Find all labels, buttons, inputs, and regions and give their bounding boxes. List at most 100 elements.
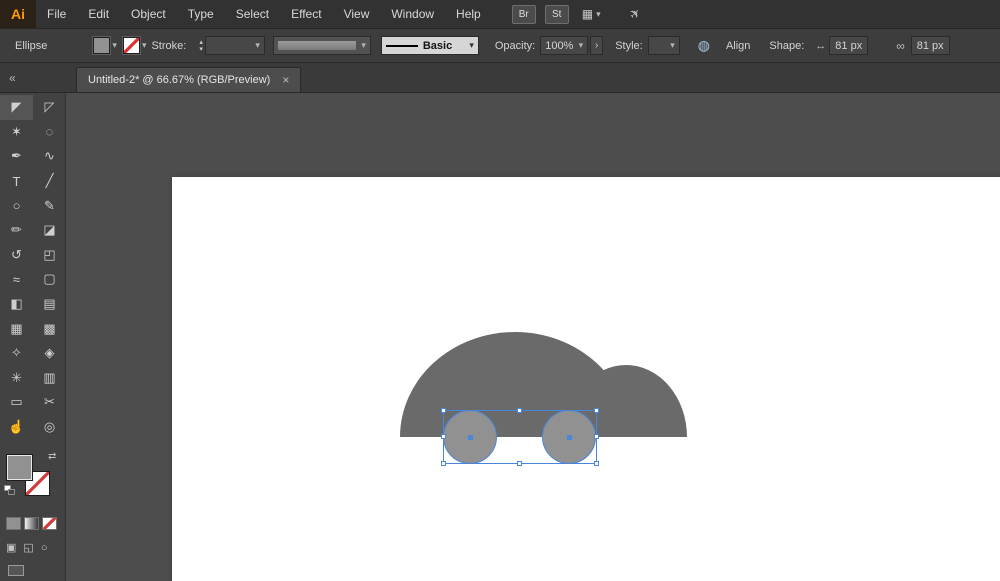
fill-indicator-swatch[interactable] — [7, 455, 32, 480]
brush-definition-select[interactable]: ▾ — [273, 36, 371, 55]
expand-icon: › — [595, 40, 598, 51]
opacity-select[interactable]: 100% ▾ — [540, 36, 588, 55]
anchor-center-point[interactable] — [567, 435, 572, 440]
stroke-color-control[interactable]: ▾ — [123, 37, 147, 54]
menu-window[interactable]: Window — [380, 0, 445, 29]
hand-tool[interactable]: ☝ — [0, 415, 33, 440]
menu-object[interactable]: Object — [120, 0, 177, 29]
eyedropper-tool[interactable]: ✧ — [0, 341, 33, 366]
artboard-tool-icon: ▭ — [10, 394, 22, 410]
recolor-artwork-icon[interactable]: ◍ — [698, 37, 710, 54]
direct-selection-tool[interactable]: ◸ — [33, 95, 66, 120]
canvas[interactable] — [66, 93, 1000, 581]
menu-items: FileEditObjectTypeSelectEffectViewWindow… — [36, 0, 492, 28]
perspective-grid-tool[interactable]: ▤ — [33, 292, 66, 317]
shape-label[interactable]: Shape: — [769, 40, 804, 52]
stepper-up-icon[interactable]: ▴ — [199, 39, 203, 46]
slice-tool[interactable]: ✂ — [33, 390, 66, 415]
menu-effect[interactable]: Effect — [280, 0, 332, 29]
draw-normal-icon[interactable]: ▣ — [6, 541, 16, 554]
close-icon[interactable]: × — [282, 73, 289, 87]
opacity-expand-button[interactable]: › — [590, 36, 603, 55]
workspace-switcher[interactable]: ▦ ▾ — [578, 5, 605, 23]
draw-inside-icon[interactable]: ○ — [41, 542, 48, 554]
draw-behind-icon[interactable]: ◱ — [23, 541, 33, 554]
scale-tool[interactable]: ◰ — [33, 243, 66, 268]
document-tab[interactable]: Untitled-2* @ 66.67% (RGB/Preview) × — [76, 67, 301, 92]
opacity-label: Opacity: — [495, 40, 535, 52]
stepper-down-icon[interactable]: ▾ — [199, 46, 203, 53]
stroke-weight-select[interactable]: ▾ — [205, 36, 265, 55]
selection-handle[interactable] — [441, 408, 446, 413]
column-graph-tool[interactable]: ▥ — [33, 366, 66, 391]
gradient-button[interactable] — [24, 517, 39, 530]
paintbrush-tool[interactable]: ✎ — [33, 193, 66, 218]
app-logo: Ai — [0, 0, 36, 28]
ellipse-tool-icon: ○ — [13, 198, 21, 213]
brushes-panel-button[interactable]: Br — [512, 5, 536, 24]
align-link[interactable]: Align — [726, 40, 750, 52]
lasso-tool[interactable]: ◌ — [33, 120, 66, 145]
eraser-tool[interactable]: ◪ — [33, 218, 66, 243]
zoom-tool[interactable]: ◎ — [33, 415, 66, 440]
curvature-tool[interactable]: ∿ — [33, 144, 66, 169]
menu-help[interactable]: Help — [445, 0, 492, 29]
stroke-none-swatch[interactable] — [123, 37, 140, 54]
stroke-style-select[interactable]: Basic ▾ — [381, 36, 479, 55]
pen-tool[interactable]: ✒ — [0, 144, 33, 169]
ellipse-tool[interactable]: ○ — [0, 193, 33, 218]
menu-type[interactable]: Type — [177, 0, 225, 29]
fill-color-control[interactable]: ▾ — [93, 37, 117, 54]
artboard-tool[interactable]: ▭ — [0, 390, 33, 415]
chevron-down-icon: ▾ — [670, 40, 675, 51]
selection-handle[interactable] — [594, 434, 599, 439]
selection-handle[interactable] — [441, 434, 446, 439]
line-segment-tool[interactable]: ╱ — [33, 169, 66, 194]
magic-wand-tool[interactable]: ✶ — [0, 120, 33, 145]
color-button[interactable] — [6, 517, 21, 530]
shape-height-field[interactable]: 81 px — [911, 36, 950, 55]
selection-bounding-box[interactable] — [443, 410, 597, 464]
swap-fill-stroke-icon[interactable]: ⇄ — [48, 451, 56, 462]
direct-selection-tool-icon: ◸ — [45, 99, 55, 115]
default-stroke-mini-swatch — [8, 489, 15, 495]
rotate-tool[interactable]: ↺ — [0, 243, 33, 268]
slice-tool-icon: ✂ — [44, 394, 55, 410]
panel-collapse-icon[interactable]: « — [0, 71, 66, 85]
menu-view[interactable]: View — [333, 0, 381, 29]
width-tool[interactable]: ≈ — [0, 267, 33, 292]
screen-mode-icon[interactable] — [8, 565, 24, 576]
anchor-center-point[interactable] — [468, 435, 473, 440]
blend-tool[interactable]: ◈ — [33, 341, 66, 366]
pencil-tool[interactable]: ✏ — [0, 218, 33, 243]
chevron-down-icon: ▾ — [112, 40, 117, 51]
selection-handle[interactable] — [594, 461, 599, 466]
mesh-tool[interactable]: ▦ — [0, 316, 33, 341]
free-transform-tool[interactable]: ▢ — [33, 267, 66, 292]
selection-tool[interactable]: ◤ — [0, 95, 33, 120]
styles-panel-button[interactable]: St — [545, 5, 569, 24]
selection-handle[interactable] — [517, 408, 522, 413]
selection-handle[interactable] — [441, 461, 446, 466]
menu-select[interactable]: Select — [225, 0, 280, 29]
stroke-style-line-preview — [386, 45, 418, 47]
none-button[interactable] — [42, 517, 57, 530]
stroke-style-value: Basic — [423, 40, 469, 52]
selection-handle[interactable] — [594, 408, 599, 413]
menu-edit[interactable]: Edit — [77, 0, 120, 29]
menu-file[interactable]: File — [36, 0, 77, 29]
default-fill-stroke-icon[interactable] — [4, 485, 17, 496]
selection-handle[interactable] — [517, 461, 522, 466]
gpu-performance-icon[interactable]: ✈ — [626, 4, 645, 23]
document-tab-title: Untitled-2* @ 66.67% (RGB/Preview) — [88, 74, 270, 86]
fill-color-swatch[interactable] — [93, 37, 110, 54]
stroke-weight-stepper[interactable]: ▴ ▾ — [199, 39, 203, 53]
constrain-proportions-icon[interactable]: ∞ — [896, 39, 905, 53]
gradient-tool[interactable]: ▩ — [33, 316, 66, 341]
type-tool[interactable]: T — [0, 169, 33, 194]
symbol-sprayer-tool[interactable]: ✳ — [0, 366, 33, 391]
shape-builder-tool[interactable]: ◧ — [0, 292, 33, 317]
control-bar: Ellipse ▾ ▾ Stroke: ▴ ▾ ▾ ▾ Basic ▾ Opac… — [0, 29, 1000, 63]
graphic-style-select[interactable]: ▾ — [648, 36, 680, 55]
shape-width-field[interactable]: 81 px — [829, 36, 868, 55]
